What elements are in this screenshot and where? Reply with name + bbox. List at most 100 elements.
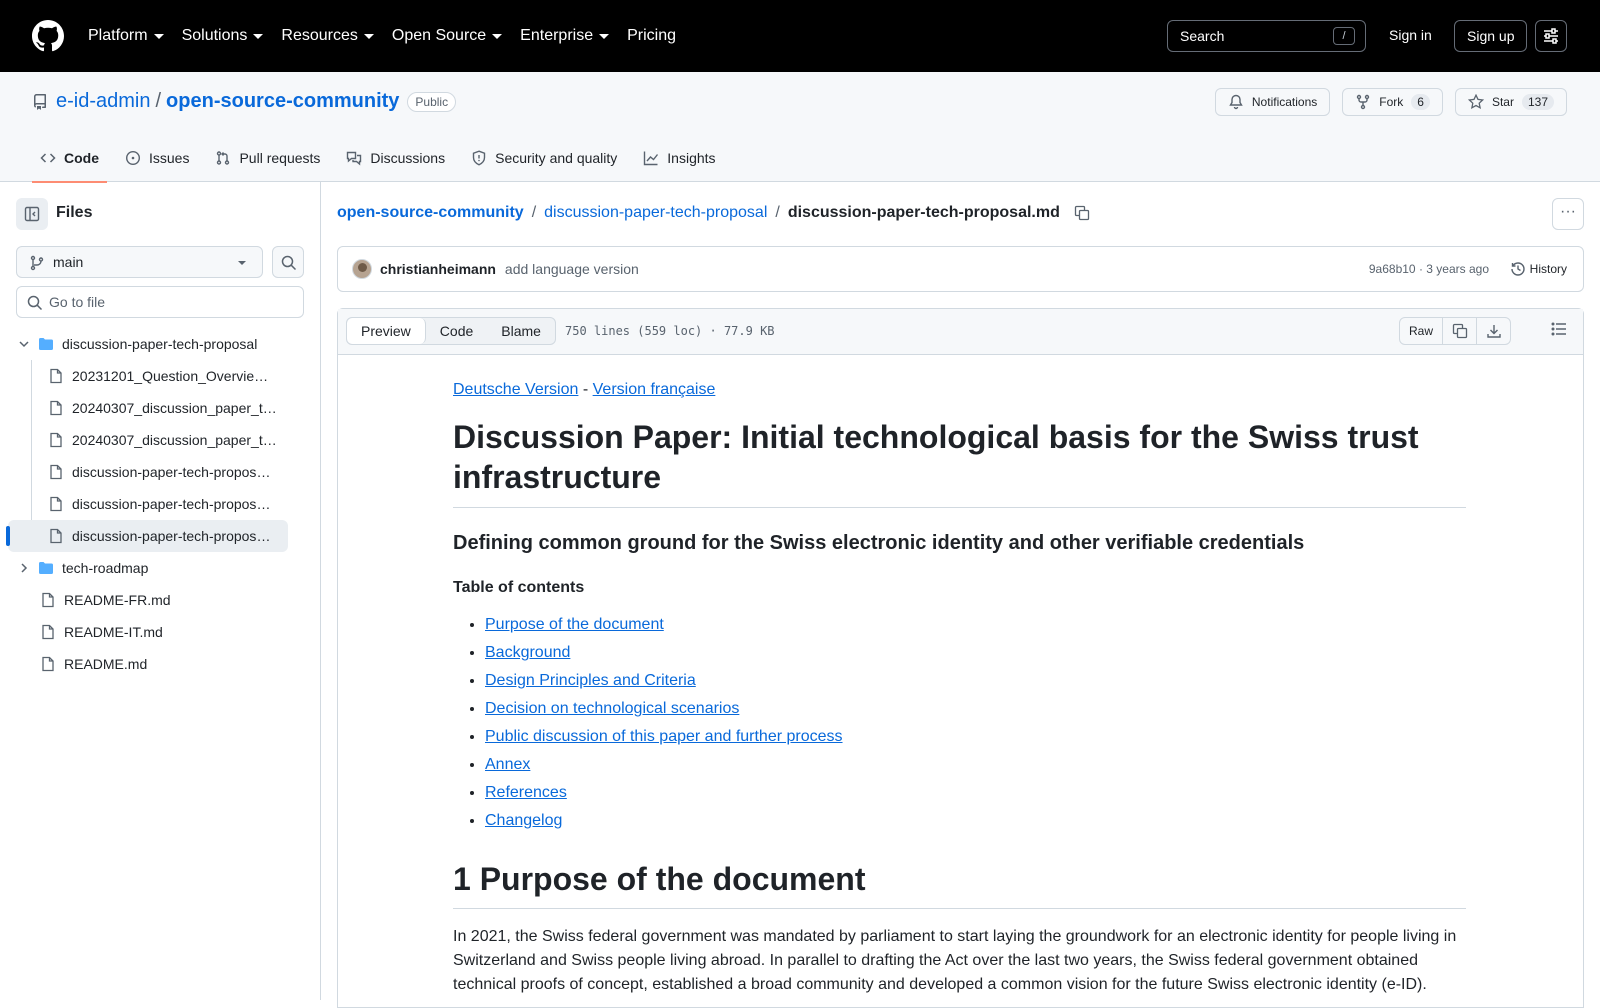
toc-link[interactable]: Public discussion of this paper and furt…: [485, 728, 843, 745]
tree-file[interactable]: 20231201_Question_Overview_and_Report.md: [0, 360, 320, 392]
tab-security[interactable]: Security and quality: [463, 134, 625, 182]
commit-author[interactable]: christianheimann: [380, 261, 496, 277]
toc-item: Annex: [485, 751, 1466, 779]
graph-icon: [644, 151, 659, 166]
nav-platform[interactable]: Platform: [88, 27, 164, 45]
tree-folder-tech-roadmap[interactable]: tech-roadmap: [0, 552, 320, 584]
repo-icon: [33, 93, 46, 110]
download-button[interactable]: [1476, 318, 1510, 344]
star-button[interactable]: Star 137: [1454, 88, 1567, 116]
file-icon: [50, 528, 62, 544]
meta-dot: ·: [1418, 262, 1423, 276]
tab-code[interactable]: Code: [32, 134, 107, 183]
nav-resources[interactable]: Resources: [281, 27, 374, 45]
discussions-icon: [347, 151, 362, 166]
tree-folder-discussion-paper-tech-proposal[interactable]: discussion-paper-tech-proposal: [0, 328, 320, 360]
tree-item-label: 20240307_discussion_paper_tech_proposal_…: [72, 400, 278, 416]
more-options-button[interactable]: ···: [1552, 198, 1584, 230]
breadcrumb-separator: /: [531, 204, 537, 221]
copy-path-icon[interactable]: [1074, 205, 1090, 221]
nav-solutions[interactable]: Solutions: [182, 27, 264, 45]
commit-message[interactable]: add language version: [505, 261, 639, 277]
global-search-input[interactable]: Search /: [1167, 20, 1366, 52]
sign-in-button[interactable]: Sign in: [1377, 19, 1444, 52]
avatar[interactable]: [352, 259, 372, 279]
raw-button[interactable]: Raw: [1400, 318, 1442, 344]
tab-label: Issues: [149, 150, 190, 166]
tree-file[interactable]: discussion-paper-tech-proposal-DE.md: [0, 456, 320, 488]
tree-file[interactable]: discussion-paper-tech-proposal-FR.md: [0, 488, 320, 520]
tab-label: Discussions: [370, 150, 446, 166]
toc-heading: Table of contents: [453, 579, 585, 596]
preview-tab[interactable]: Preview: [347, 318, 426, 344]
code-view-tab[interactable]: Code: [426, 318, 487, 344]
tree-file[interactable]: 20240307_discussion_paper_tech_proposal_…: [0, 424, 320, 456]
outline-list-icon[interactable]: [1551, 321, 1567, 337]
global-nav: Platform Solutions Resources Open Source…: [88, 0, 694, 72]
file-tree: discussion-paper-tech-proposal 20231201_…: [0, 328, 320, 680]
tab-insights[interactable]: Insights: [635, 134, 723, 182]
settings-menu-button[interactable]: [1535, 20, 1567, 52]
search-shortcut-key: /: [1333, 27, 1355, 45]
github-logo-icon[interactable]: [32, 20, 64, 52]
repo-owner-link[interactable]: e-id-admin: [56, 90, 150, 113]
breadcrumb-folder-link[interactable]: discussion-paper-tech-proposal: [544, 204, 767, 222]
go-to-file-input[interactable]: Go to file: [16, 286, 304, 318]
toc-link[interactable]: Purpose of the document: [485, 616, 664, 633]
nav-open-source[interactable]: Open Source: [392, 27, 503, 45]
file-icon: [42, 592, 54, 608]
tree-file-selected[interactable]: discussion-paper-tech-proposal.md: [6, 520, 288, 552]
branch-icon: [30, 255, 44, 271]
toc-link[interactable]: Design Principles and Criteria: [485, 672, 696, 689]
toc-link[interactable]: Changelog: [485, 812, 562, 829]
notifications-button[interactable]: Notifications: [1214, 88, 1331, 116]
toc-link[interactable]: Annex: [485, 756, 530, 773]
pull-request-icon: [217, 151, 230, 165]
toc-link[interactable]: Background: [485, 644, 570, 661]
tab-discussions[interactable]: Discussions: [338, 134, 453, 182]
tree-item-label: discussion-paper-tech-proposal: [62, 336, 258, 352]
tree-item-label: 20240307_discussion_paper_tech_proposal_…: [72, 432, 278, 448]
blame-tab[interactable]: Blame: [487, 318, 555, 344]
tab-issues[interactable]: Issues: [117, 134, 197, 182]
branch-selector[interactable]: main: [16, 246, 263, 278]
commit-sha[interactable]: 9a68b10: [1369, 262, 1416, 276]
copy-raw-button[interactable]: [1442, 318, 1476, 344]
nav-enterprise[interactable]: Enterprise: [520, 27, 610, 45]
tab-label: Code: [64, 150, 99, 166]
tab-pull-requests[interactable]: Pull requests: [207, 134, 328, 182]
history-button[interactable]: History: [1510, 261, 1567, 277]
tree-file[interactable]: README-IT.md: [0, 616, 320, 648]
nav-label: Resources: [281, 27, 358, 44]
language-separator: -: [578, 381, 593, 398]
tree-file[interactable]: 20240307_discussion_paper_tech_proposal_…: [0, 392, 320, 424]
repo-tabs: Code Issues Pull requests Discussions Se…: [32, 134, 734, 183]
section-heading: 1 Purpose of the document: [453, 861, 1466, 909]
repo-title: e-id-admin / open-source-community Publi…: [32, 90, 457, 113]
tree-file[interactable]: README.md: [0, 648, 320, 680]
link-french-version[interactable]: Version française: [593, 381, 716, 398]
download-icon: [1486, 325, 1501, 338]
nav-label: Enterprise: [520, 27, 594, 44]
folder-icon: [39, 562, 53, 574]
tree-file[interactable]: README-FR.md: [0, 584, 320, 616]
repo-name-link[interactable]: open-source-community: [166, 90, 399, 113]
fork-label: Fork: [1379, 95, 1404, 109]
tree-item-label: tech-roadmap: [62, 560, 149, 576]
breadcrumb-repo-link[interactable]: open-source-community: [337, 204, 524, 222]
nav-pricing[interactable]: Pricing: [627, 27, 676, 45]
files-title: Files: [56, 204, 93, 221]
kebab-horizontal-icon: ···: [1560, 203, 1576, 220]
toc-link[interactable]: References: [485, 784, 567, 801]
search-files-button[interactable]: [272, 246, 304, 278]
fork-button[interactable]: Fork 6: [1342, 88, 1443, 116]
link-german-version[interactable]: Deutsche Version: [453, 381, 578, 398]
paragraph: In 2021, the Swiss federal government wa…: [453, 928, 1457, 993]
sign-up-button[interactable]: Sign up: [1454, 20, 1528, 52]
file-header: Preview Code Blame 750 lines (559 loc) ·…: [338, 309, 1583, 355]
file-info: 750 lines (559 loc) · 77.9 KB: [565, 324, 775, 338]
collapse-sidebar-button[interactable]: [16, 198, 48, 230]
toc-link[interactable]: Decision on technological scenarios: [485, 700, 739, 717]
file-icon: [50, 464, 62, 480]
file-icon: [50, 432, 62, 448]
